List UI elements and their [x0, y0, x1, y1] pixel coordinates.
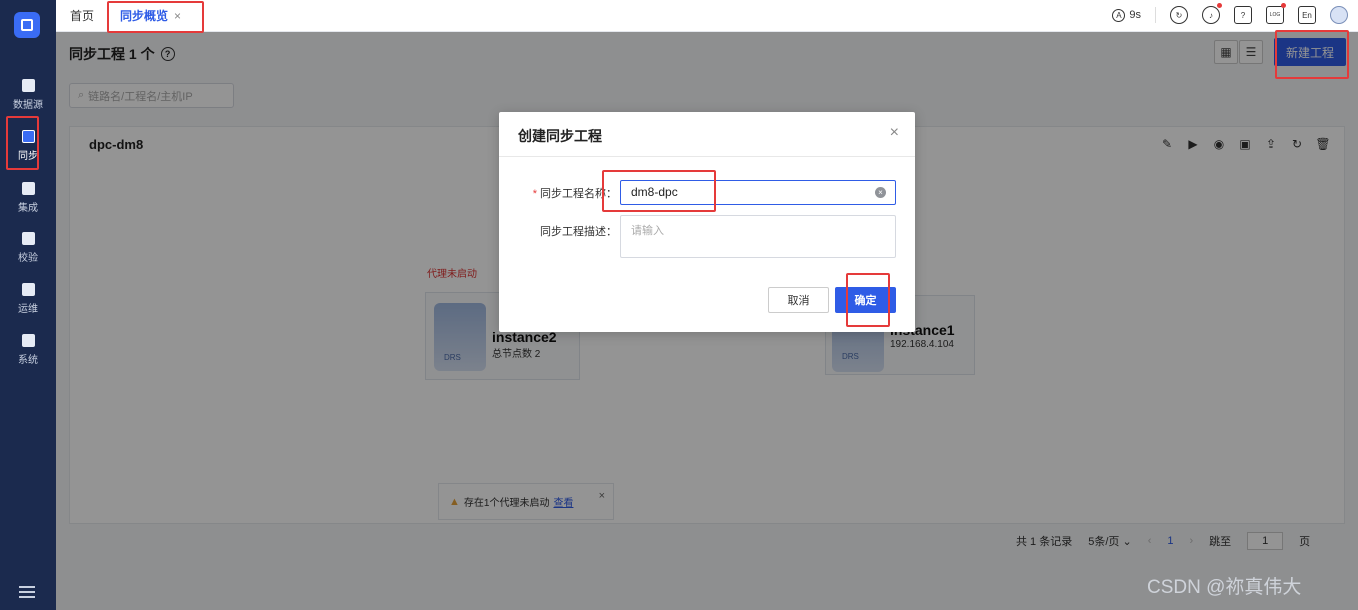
tab-sync-overview[interactable]: 同步概览 × — [120, 0, 181, 32]
tab-label: 同步概览 — [120, 9, 169, 23]
sidebar-item-ops[interactable]: 运维 — [0, 276, 56, 322]
sync-icon — [21, 130, 35, 143]
sidebar-item-label: 数据源 — [13, 100, 43, 111]
sidebar-item-label: 系统 — [18, 355, 38, 366]
project-desc-textarea[interactable]: 请输入 — [620, 215, 896, 258]
tab-label: 首页 — [70, 9, 95, 23]
cancel-button[interactable]: 取消 — [768, 287, 829, 313]
sidebar-item-label: 同步 — [18, 151, 38, 162]
database-icon — [21, 79, 35, 92]
dialog-title: 创建同步工程 — [518, 128, 602, 144]
sidebar-item-check[interactable]: 校验 — [0, 225, 56, 271]
logo-mark — [21, 19, 33, 31]
divider — [499, 156, 915, 157]
confirm-button[interactable]: 确定 — [835, 287, 896, 313]
sidebar-item-label: 集成 — [18, 203, 38, 214]
tab-close-icon[interactable]: × — [174, 9, 181, 23]
notification-dot — [1217, 3, 1222, 8]
sidebar-item-label: 运维 — [18, 304, 38, 315]
ops-icon — [21, 283, 35, 296]
close-icon[interactable]: × — [890, 124, 899, 142]
sidebar-item-integration[interactable]: 集成 — [0, 175, 56, 221]
app-logo[interactable] — [14, 12, 40, 38]
sidebar-item-datasource[interactable]: 数据源 — [0, 72, 56, 118]
tab-home[interactable]: 首页 — [70, 0, 94, 32]
help-doc-icon[interactable]: ? — [1234, 6, 1252, 24]
notification-dot — [1281, 3, 1286, 8]
textarea-placeholder: 请输入 — [631, 225, 664, 237]
sidebar: 数据源 同步 集成 校验 运维 系统 — [0, 0, 56, 610]
top-toolbar: A 9s ↻ ♪ ? LOG En — [1112, 3, 1348, 24]
auto-refresh[interactable]: A 9s — [1112, 8, 1141, 22]
sidebar-item-system[interactable]: 系统 — [0, 327, 56, 373]
avatar[interactable] — [1330, 6, 1348, 24]
log-badge: LOG — [1269, 12, 1281, 18]
top-bar: 首页 同步概览 × A 9s ↻ ♪ ? LOG En — [56, 0, 1358, 32]
check-icon — [21, 232, 35, 245]
auto-refresh-icon: A — [1112, 8, 1126, 22]
input-value: dm8-dpc — [631, 185, 678, 199]
create-project-dialog: 创建同步工程 × * 同步工程名称： dm8-dpc × 同步工程描述： 请输入 … — [499, 112, 915, 332]
sidebar-item-sync[interactable]: 同步 — [0, 123, 56, 169]
language-icon[interactable]: En — [1298, 6, 1316, 24]
label-text: 同步工程名称： — [540, 188, 617, 200]
project-name-input[interactable]: dm8-dpc × — [620, 180, 896, 205]
integration-icon — [21, 182, 35, 195]
language-label: En — [1302, 10, 1312, 20]
system-icon — [21, 334, 35, 347]
menu-collapse-icon[interactable] — [19, 586, 35, 598]
project-name-label: * 同步工程名称： — [517, 185, 617, 201]
sidebar-item-label: 校验 — [18, 253, 38, 264]
log-icon[interactable]: LOG — [1266, 3, 1286, 24]
bell-icon[interactable]: ♪ — [1202, 3, 1222, 24]
required-mark: * — [532, 188, 537, 200]
clear-icon[interactable]: × — [875, 187, 886, 198]
watermark: CSDN @祢真伟大 — [1147, 577, 1302, 598]
project-desc-label: 同步工程描述： — [540, 226, 617, 238]
divider — [1155, 7, 1156, 23]
refresh-icon[interactable]: ↻ — [1170, 6, 1188, 24]
refresh-rate-value: 9s — [1129, 9, 1141, 21]
